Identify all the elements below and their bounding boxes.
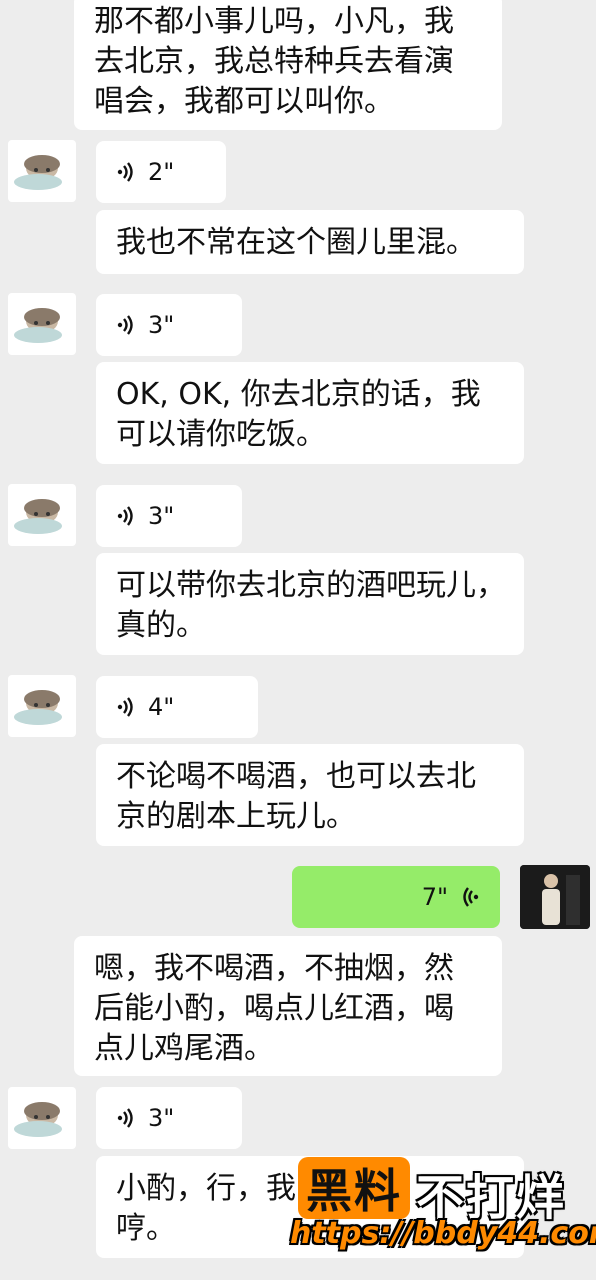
voice-duration: 3" bbox=[148, 1104, 175, 1132]
watermark-badge: 黑料 bbox=[298, 1157, 410, 1219]
voice-message[interactable]: 3" bbox=[96, 294, 242, 356]
contact-avatar[interactable] bbox=[8, 293, 76, 355]
voice-wave-icon bbox=[117, 162, 133, 182]
voice-message[interactable]: 4" bbox=[96, 676, 258, 738]
message-bubble[interactable]: 可以带你去北京的酒吧玩儿， 真的。 bbox=[96, 553, 524, 655]
contact-avatar[interactable] bbox=[8, 675, 76, 737]
voice-duration: 4" bbox=[148, 693, 175, 721]
contact-avatar[interactable] bbox=[8, 1087, 76, 1149]
contact-avatar[interactable] bbox=[8, 484, 76, 546]
voice-wave-icon bbox=[117, 506, 133, 526]
voice-duration: 2" bbox=[148, 158, 175, 186]
message-bubble[interactable]: 嗯，我不喝酒，不抽烟，然 后能小酌，喝点儿红酒，喝 点儿鸡尾酒。 bbox=[74, 936, 502, 1076]
voice-message[interactable]: 3" bbox=[96, 1087, 242, 1149]
contact-avatar[interactable] bbox=[8, 140, 76, 202]
message-bubble[interactable]: 我也不常在这个圈儿里混。 bbox=[96, 210, 524, 274]
voice-message-self[interactable]: 7" bbox=[292, 866, 500, 928]
message-bubble[interactable]: 不论喝不喝酒，也可以去北 京的剧本上玩儿。 bbox=[96, 744, 524, 846]
voice-duration: 7" bbox=[421, 883, 448, 911]
voice-duration: 3" bbox=[148, 311, 175, 339]
voice-message[interactable]: 2" bbox=[96, 141, 226, 203]
voice-wave-icon bbox=[117, 1108, 133, 1128]
voice-message[interactable]: 3" bbox=[96, 485, 242, 547]
watermark-url: https://bbdy44.com bbox=[290, 1216, 596, 1251]
voice-duration: 3" bbox=[148, 502, 175, 530]
message-bubble[interactable]: OK, OK, 你去北京的话，我 可以请你吃饭。 bbox=[96, 362, 524, 464]
voice-wave-icon bbox=[117, 697, 133, 717]
voice-wave-out-icon bbox=[463, 887, 479, 907]
voice-wave-icon bbox=[117, 315, 133, 335]
self-avatar[interactable] bbox=[520, 865, 590, 929]
watermark: 黑料 不打烊 https://bbdy44.com bbox=[290, 1152, 596, 1262]
message-bubble[interactable]: 那不都小事儿吗，小凡，我 去北京，我总特种兵去看演 唱会，我都可以叫你。 bbox=[74, 0, 502, 130]
